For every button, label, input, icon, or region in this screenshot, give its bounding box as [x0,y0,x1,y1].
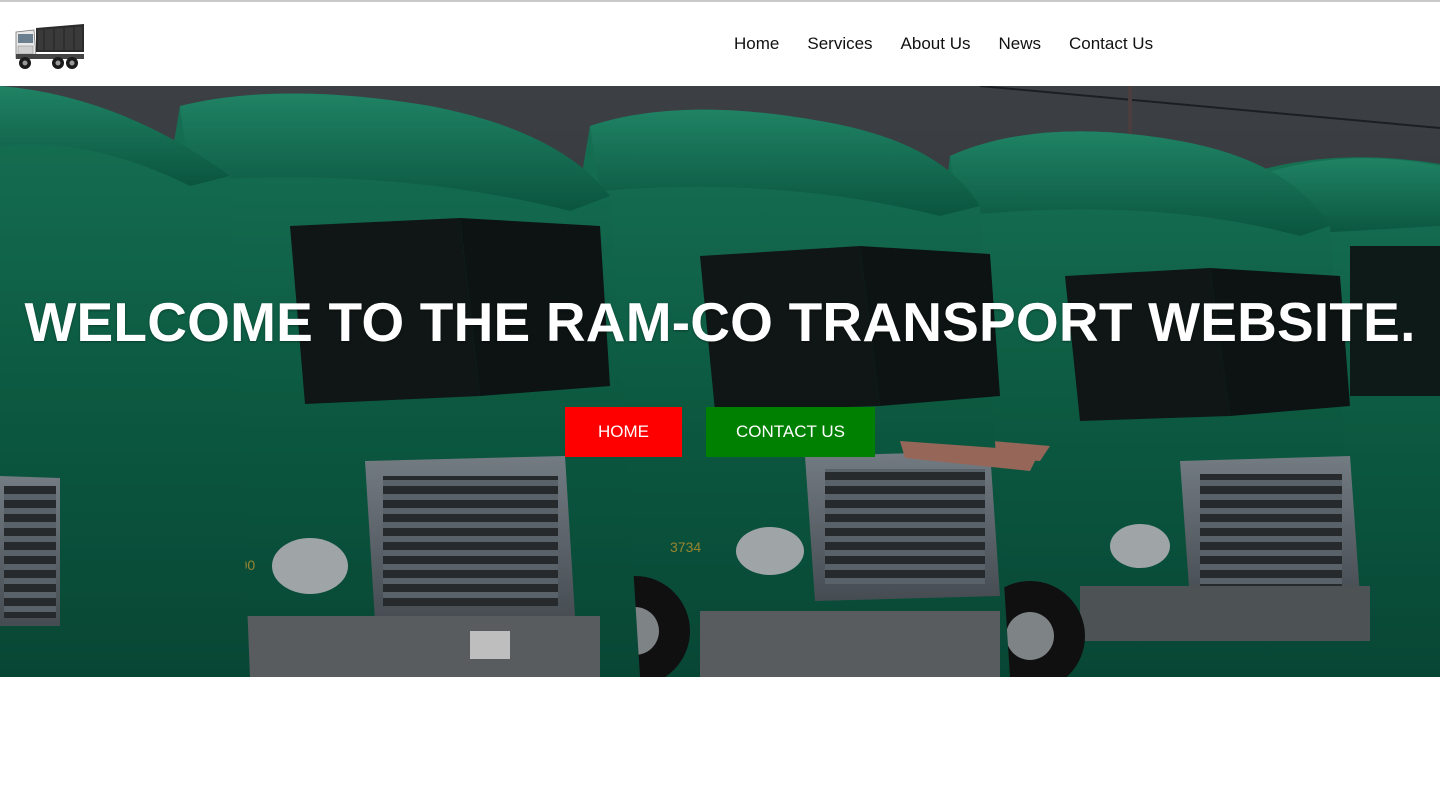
nav-link-news[interactable]: News [998,2,1041,86]
hero-title: WELCOME TO THE RAM-CO TRANSPORT WEBSITE. [24,291,1416,353]
navbar: Home Services About Us News Contact Us [0,2,1440,86]
nav-link-home[interactable]: Home [734,2,779,86]
nav-link-services[interactable]: Services [807,2,872,86]
truck-logo-icon[interactable] [14,18,86,72]
nav-link-about-us[interactable]: About Us [901,2,971,86]
contact-us-button[interactable]: CONTACT US [706,407,875,457]
main-nav: Home Services About Us News Contact Us [720,2,1181,86]
nav-link-contact-us[interactable]: Contact Us [1069,2,1153,86]
page-content-area [0,677,1440,791]
hero-background-image: 3734 3700 [0,86,1440,677]
home-button[interactable]: HOME [565,407,682,457]
hero-section: 3734 3700 WELCOME TO [0,86,1440,677]
